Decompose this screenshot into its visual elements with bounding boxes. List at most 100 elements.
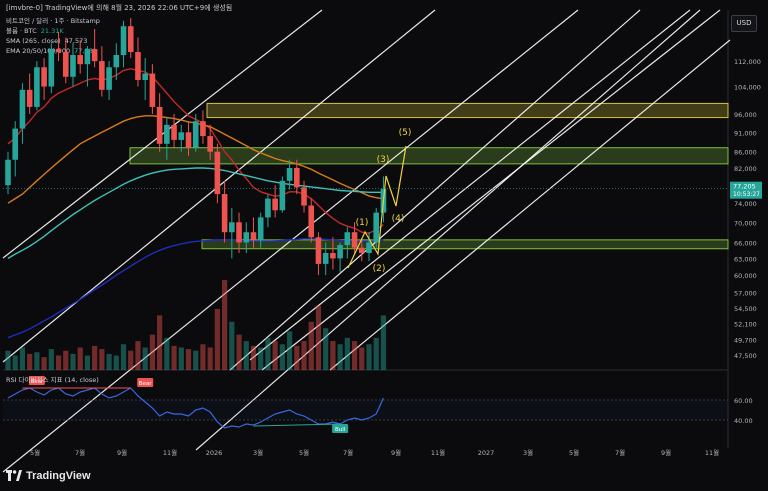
footer-brand: TradingView (26, 470, 91, 482)
wave-label: (3) (377, 155, 390, 165)
candle (272, 185, 278, 218)
volume-bar (113, 355, 119, 370)
volume-bar (99, 349, 105, 370)
candle-body (77, 55, 83, 65)
volume-bar (142, 347, 148, 370)
volume-bar (157, 315, 163, 370)
candle-body (229, 222, 235, 233)
volume-bar (106, 353, 112, 370)
volume-bar (258, 347, 264, 370)
price-tick-label: 49,700 (734, 337, 757, 345)
volume-bar (301, 341, 307, 370)
candle (41, 58, 47, 100)
volume-bar (330, 341, 336, 370)
candle-body (48, 49, 55, 87)
candle-body (5, 159, 11, 186)
price-tick-label: 74,000 (734, 200, 757, 208)
volume-bar (120, 344, 127, 370)
current-price-value: 77,205 (733, 183, 756, 191)
volume-bar (34, 352, 40, 370)
candle-body (315, 237, 322, 264)
volume-bar (193, 350, 199, 370)
candle (214, 143, 221, 204)
price-tick-label: 86,000 (734, 149, 757, 157)
price-tick-label: 70,000 (734, 219, 757, 227)
candle-body (257, 217, 264, 240)
volume-bar (250, 345, 257, 370)
candle (62, 37, 69, 84)
candle (19, 83, 26, 144)
time-tick-label: 9월 (117, 448, 127, 457)
volume-bars (5, 280, 387, 370)
candle-body (19, 89, 26, 129)
candle (106, 61, 112, 100)
candle-body (62, 52, 69, 77)
volume-bar (236, 334, 242, 370)
candle (135, 37, 141, 87)
price-tick-label: 96,000 (734, 111, 757, 119)
candle-body (142, 73, 148, 80)
candle-body (91, 49, 98, 62)
time-tick-label: 2026 (206, 449, 223, 457)
price-tick-label: 52,100 (734, 321, 757, 329)
volume-bar (279, 344, 285, 370)
candle-body (373, 212, 380, 243)
candle-body (207, 136, 213, 152)
volume-bar (164, 337, 170, 370)
candle-body (120, 26, 127, 56)
volume-bar (207, 347, 213, 370)
candle-body (41, 67, 47, 87)
candle-body (26, 89, 33, 107)
candle-body (149, 73, 156, 107)
candle-body (135, 52, 141, 80)
tradingview-footer: TradingView (6, 467, 91, 485)
volume-bar (171, 345, 177, 370)
candle (149, 64, 156, 114)
time-tick-label: 11월 (705, 448, 719, 457)
volume-bar (359, 347, 365, 370)
candle (315, 232, 322, 276)
divergence-tag-label: Bear (139, 381, 153, 387)
candle-body (178, 132, 185, 140)
volume-bar (323, 328, 329, 370)
candle (26, 73, 33, 114)
rsi-bull-divergence (253, 423, 341, 427)
price-tick-label: 63,000 (734, 255, 757, 263)
price-tick-label: 66,000 (734, 239, 757, 247)
volume-bar (344, 337, 350, 370)
candle-body (156, 106, 163, 144)
volume-bar (27, 353, 33, 370)
candle-body (294, 168, 300, 188)
tradingview-logo-icon (6, 470, 22, 481)
volume-bar (380, 315, 387, 370)
volume-bar (63, 350, 69, 370)
time-tick-label: 9월 (661, 448, 671, 457)
volume-bar (84, 355, 91, 370)
price-tick-label: 60,000 (734, 272, 757, 280)
rsi-level-label: 60.00 (734, 397, 753, 405)
candle-body (301, 187, 307, 206)
candle (373, 207, 380, 248)
candle (221, 180, 228, 243)
price-chart[interactable]: (1) (2) (3) (4) (5) 112,000 104,000 96,000 91,0… (0, 0, 768, 491)
volume-bar (200, 344, 206, 370)
volume-bar (243, 341, 249, 370)
rsi-pane: 60.0040.00Bear BearBull (3, 376, 753, 433)
time-tick-label: 9월 (391, 448, 401, 457)
volume-bar (55, 355, 62, 370)
price-tick-label: 104,000 (734, 84, 761, 92)
volume-bar (178, 347, 184, 370)
candle (12, 121, 19, 177)
channel-line-4 (195, 9, 701, 451)
volume-bar (373, 337, 379, 370)
candle-body (214, 151, 221, 195)
volume-bar (92, 345, 98, 370)
rsi-legend[interactable]: RSI 다이버전스 지표 (14, close) (6, 374, 99, 384)
candlesticks (5, 18, 387, 276)
candle-body (185, 132, 192, 148)
time-tick-label: 7월 (615, 448, 625, 457)
volume-bar (135, 341, 141, 370)
candle-body (84, 49, 91, 65)
candle-body (308, 205, 315, 238)
volume-bar (222, 280, 228, 370)
